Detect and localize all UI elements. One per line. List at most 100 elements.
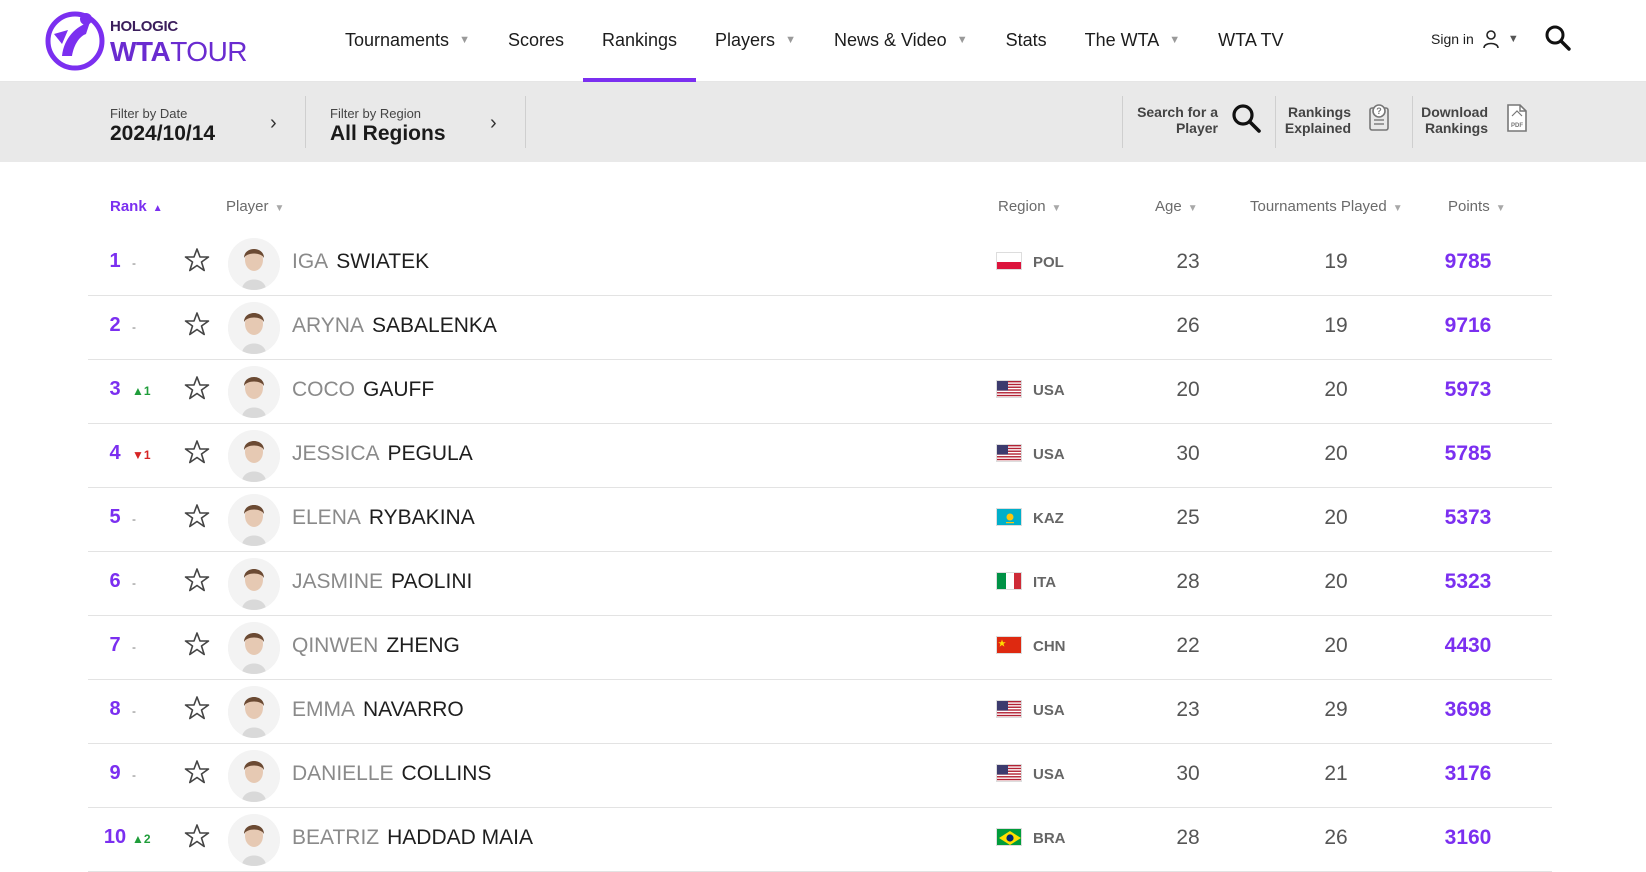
player-avatar[interactable] xyxy=(228,430,280,482)
table-row[interactable]: 5-ELENARYBAKINAKAZ25205373 xyxy=(88,488,1552,552)
player-name-link[interactable]: ELENA RYBAKINA xyxy=(292,506,475,530)
country-code: USA xyxy=(1033,766,1065,783)
country-code: USA xyxy=(1033,702,1065,719)
country-code: BRA xyxy=(1033,830,1066,847)
sort-by-player[interactable]: Player▼ xyxy=(226,198,284,215)
player-avatar[interactable] xyxy=(228,494,280,546)
table-row[interactable]: 9-DANIELLECOLLINSUSA30213176 xyxy=(88,744,1552,808)
rank-number: 4 xyxy=(102,442,128,465)
tournaments-played: 21 xyxy=(1316,762,1356,786)
filter-by-date[interactable]: Filter by Date 2024/10/14 › xyxy=(110,82,290,162)
search-player-line1: Search for a xyxy=(1137,104,1218,120)
table-row[interactable]: 7-QINWENZHENGCHN22204430 xyxy=(88,616,1552,680)
country-code: USA xyxy=(1033,446,1065,463)
star-icon[interactable] xyxy=(184,759,210,785)
download-rankings-button[interactable]: DownloadRankings PDF xyxy=(1422,100,1532,144)
search-icon xyxy=(1230,102,1262,134)
star-icon[interactable] xyxy=(184,567,210,593)
nav-item-label: Rankings xyxy=(602,30,677,51)
table-row[interactable]: 2-ARYNASABALENKA26199716 xyxy=(88,296,1552,360)
rank-movement: - xyxy=(132,512,136,526)
rank-movement: ▼1 xyxy=(132,448,151,462)
table-row[interactable]: 4▼1JESSICAPEGULAUSA30205785 xyxy=(88,424,1552,488)
sort-by-points[interactable]: Points▼ xyxy=(1448,198,1506,215)
player-name-link[interactable]: DANIELLECOLLINS xyxy=(292,762,491,786)
sort-by-region[interactable]: Region▼ xyxy=(998,198,1061,215)
player-name-link[interactable]: IGASWIATEK xyxy=(292,250,429,274)
star-icon[interactable] xyxy=(184,503,210,529)
rank-number: 5 xyxy=(102,506,128,529)
player-name-link[interactable]: JASMINEPAOLINI xyxy=(292,570,472,594)
star-icon[interactable] xyxy=(184,695,210,721)
nav-item-rankings[interactable]: Rankings xyxy=(602,0,677,80)
ranking-points: 5973 xyxy=(1428,378,1508,402)
rank-movement: - xyxy=(132,256,136,270)
filter-by-region[interactable]: Filter by Region All Regions › xyxy=(330,82,510,162)
player-last-name: PAOLINI xyxy=(391,570,472,593)
chevron-down-icon: ▼ xyxy=(1052,203,1062,214)
ranking-points: 9716 xyxy=(1428,314,1508,338)
country-code: ITA xyxy=(1033,574,1056,591)
nav-item-news-video[interactable]: News & Video▼ xyxy=(834,0,968,80)
nav-item-wta-tv[interactable]: WTA TV xyxy=(1218,0,1283,80)
player-name-link[interactable]: EMMANAVARRO xyxy=(292,698,464,722)
chevron-up-icon: ▲ xyxy=(153,203,163,214)
sort-by-rank[interactable]: Rank▲ xyxy=(110,198,163,215)
player-last-name: RYBAKINA xyxy=(369,506,475,529)
star-icon[interactable] xyxy=(184,631,210,657)
chevron-down-icon: ▼ xyxy=(1508,33,1519,45)
country-flag-icon xyxy=(996,636,1022,654)
table-row[interactable]: 10▲2BEATRIZHADDAD MAIABRA28263160 xyxy=(88,808,1552,872)
chevron-down-icon: ▼ xyxy=(1393,203,1403,214)
nav-item-the-wta[interactable]: The WTA▼ xyxy=(1085,0,1181,80)
country-flag-icon xyxy=(996,380,1022,398)
player-first-name: IGA xyxy=(292,250,328,273)
sort-by-tournaments-played[interactable]: Tournaments Played▼ xyxy=(1250,198,1403,215)
star-icon[interactable] xyxy=(184,311,210,337)
wta-logo[interactable]: HOLOGIC WTATOUR xyxy=(42,4,272,76)
player-first-name: ARYNA xyxy=(292,314,364,337)
tournaments-played: 26 xyxy=(1316,826,1356,850)
rank-number: 6 xyxy=(102,570,128,593)
nav-item-scores[interactable]: Scores xyxy=(508,0,564,80)
sign-in-button[interactable]: Sign in ▼ xyxy=(1431,26,1519,52)
sort-by-age[interactable]: Age ▼ xyxy=(1155,198,1198,215)
star-icon[interactable] xyxy=(184,375,210,401)
player-avatar[interactable] xyxy=(228,622,280,674)
player-avatar[interactable] xyxy=(228,238,280,290)
player-avatar[interactable] xyxy=(228,686,280,738)
player-first-name: ELENA xyxy=(292,506,361,529)
player-avatar[interactable] xyxy=(228,558,280,610)
chevron-down-icon: ▼ xyxy=(785,34,796,46)
rank-movement: - xyxy=(132,576,136,590)
star-icon[interactable] xyxy=(184,823,210,849)
search-player-button[interactable]: Search for aPlayer xyxy=(1132,100,1262,144)
player-last-name: SABALENKA xyxy=(372,314,497,337)
player-name-link[interactable]: BEATRIZHADDAD MAIA xyxy=(292,826,533,850)
rankings-explained-button[interactable]: RankingsExplained ? xyxy=(1285,100,1395,144)
player-name-link[interactable]: JESSICAPEGULA xyxy=(292,442,473,466)
nav-item-players[interactable]: Players▼ xyxy=(715,0,796,80)
player-avatar[interactable] xyxy=(228,302,280,354)
player-name-link[interactable]: QINWENZHENG xyxy=(292,634,460,658)
chevron-down-icon: ▼ xyxy=(1188,203,1198,214)
player-avatar[interactable] xyxy=(228,366,280,418)
table-row[interactable]: 8-EMMANAVARROUSA23293698 xyxy=(88,680,1552,744)
player-age: 28 xyxy=(1168,570,1208,594)
player-age: 25 xyxy=(1168,506,1208,530)
rank-movement: - xyxy=(132,704,136,718)
age-header-label: Age xyxy=(1155,198,1182,215)
table-row[interactable]: 6-JASMINEPAOLINIITA28205323 xyxy=(88,552,1552,616)
nav-item-tournaments[interactable]: Tournaments▼ xyxy=(345,0,470,80)
star-icon[interactable] xyxy=(184,439,210,465)
search-icon[interactable] xyxy=(1544,24,1572,52)
player-first-name: JESSICA xyxy=(292,442,380,465)
nav-item-stats[interactable]: Stats xyxy=(1006,0,1047,80)
player-name-link[interactable]: ARYNA SABALENKA xyxy=(292,314,497,338)
table-row[interactable]: 1-IGASWIATEKPOL23199785 xyxy=(88,232,1552,296)
player-name-link[interactable]: COCOGAUFF xyxy=(292,378,434,402)
player-avatar[interactable] xyxy=(228,814,280,866)
star-icon[interactable] xyxy=(184,247,210,273)
table-row[interactable]: 3▲1COCOGAUFFUSA20205973 xyxy=(88,360,1552,424)
player-avatar[interactable] xyxy=(228,750,280,802)
